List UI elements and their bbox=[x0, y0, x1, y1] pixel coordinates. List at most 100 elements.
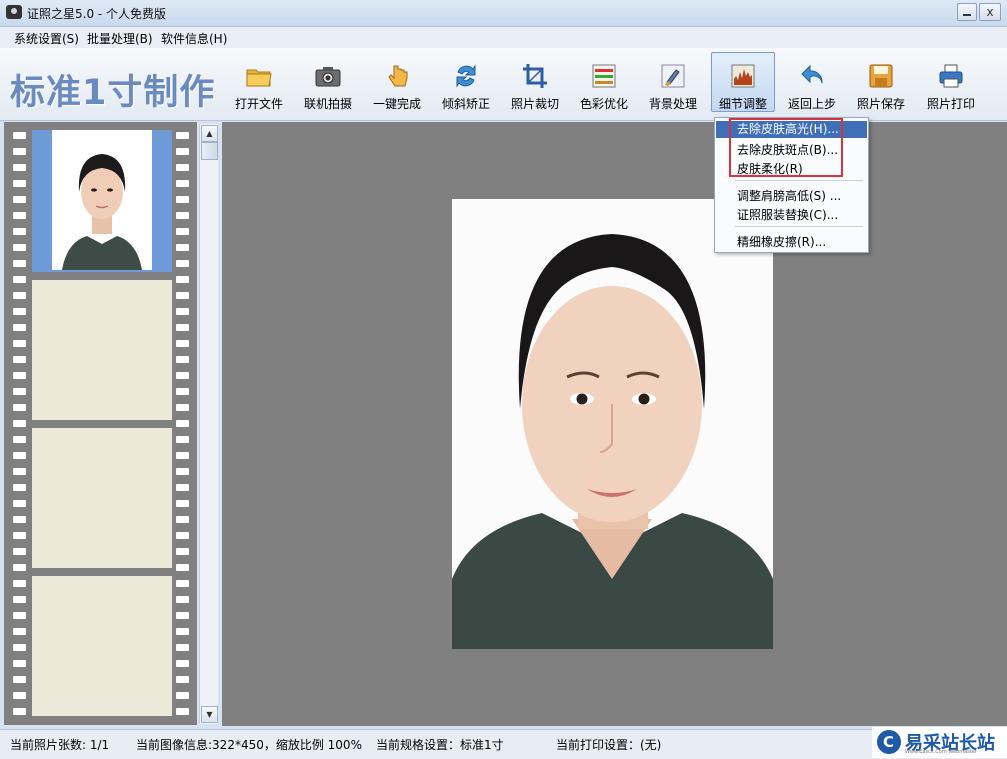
thumbnail-frame-empty[interactable] bbox=[32, 576, 172, 716]
scroll-down-arrow-icon[interactable]: ▼ bbox=[201, 706, 218, 723]
thumbnail-filmstrip bbox=[4, 122, 197, 725]
film-sprocket-hole bbox=[13, 532, 26, 539]
scrollbar-thumb[interactable] bbox=[201, 142, 218, 160]
tilt-correct-button[interactable]: 倾斜矫正 bbox=[433, 53, 499, 115]
film-sprocket-hole bbox=[176, 388, 189, 395]
rotate-icon bbox=[456, 64, 476, 88]
film-sprocket-hole bbox=[13, 692, 26, 699]
film-sprocket-hole bbox=[13, 660, 26, 667]
film-sprocket-hole bbox=[13, 276, 26, 283]
crop-icon bbox=[523, 64, 547, 88]
app-camera-icon bbox=[6, 5, 22, 19]
thumbnail-frame-empty[interactable] bbox=[32, 428, 172, 568]
thumbnail-frame-empty[interactable] bbox=[32, 280, 172, 420]
menu-replace-clothing[interactable]: 证照服装替换(C)... bbox=[737, 206, 838, 223]
film-sprocket-hole bbox=[176, 164, 189, 171]
film-sprocket-hole bbox=[13, 324, 26, 331]
print-photo-button[interactable]: 照片打印 bbox=[918, 53, 984, 115]
film-sprocket-hole bbox=[176, 180, 189, 187]
film-sprocket-hole bbox=[13, 628, 26, 635]
film-sprocket-hole bbox=[176, 580, 189, 587]
open-file-button[interactable]: 打开文件 bbox=[226, 53, 292, 115]
film-sprocket-hole bbox=[13, 372, 26, 379]
film-sprocket-hole bbox=[176, 612, 189, 619]
film-sprocket-hole bbox=[13, 516, 26, 523]
menu-software-info[interactable]: 软件信息(H) bbox=[161, 30, 227, 47]
mode-title: 标准1寸制作 bbox=[10, 73, 216, 113]
film-sprocket-hole bbox=[13, 244, 26, 251]
tethered-capture-button[interactable]: 联机拍摄 bbox=[295, 53, 361, 115]
film-sprocket-hole bbox=[13, 180, 26, 187]
menu-batch-processing[interactable]: 批量处理(B) bbox=[87, 30, 153, 47]
film-sprocket-hole bbox=[13, 356, 26, 363]
open-file-label: 打开文件 bbox=[234, 97, 283, 111]
film-sprocket-hole bbox=[13, 500, 26, 507]
film-sprocket-hole bbox=[13, 196, 26, 203]
film-sprocket-hole bbox=[176, 228, 189, 235]
one-click-finish-button[interactable]: 一键完成 bbox=[364, 53, 430, 115]
color-optimize-button[interactable]: 色彩优化 bbox=[571, 53, 637, 115]
print-photo-label: 照片打印 bbox=[926, 97, 975, 111]
film-sprocket-hole bbox=[176, 340, 189, 347]
film-sprocket-hole bbox=[176, 644, 189, 651]
menu-separator bbox=[735, 180, 863, 181]
film-sprocket-hole bbox=[176, 532, 189, 539]
film-sprocket-hole bbox=[13, 676, 26, 683]
watermark-subtext: Www.Easck.Com Webmaster bbox=[905, 749, 977, 755]
title-bar[interactable]: 证照之星5.0 - 个人免费版 x bbox=[0, 0, 1007, 27]
film-sprocket-hole bbox=[176, 356, 189, 363]
photo-crop-label: 照片裁切 bbox=[510, 97, 559, 111]
watermark-logo-icon bbox=[877, 730, 901, 754]
minimize-button[interactable] bbox=[957, 3, 977, 21]
hand-pointer-icon bbox=[388, 65, 408, 87]
scroll-up-arrow-icon[interactable]: ▲ bbox=[201, 125, 218, 142]
camera-icon bbox=[315, 67, 341, 87]
film-sprocket-hole bbox=[13, 404, 26, 411]
film-sprocket-hole bbox=[13, 436, 26, 443]
film-sprocket-hole bbox=[176, 708, 189, 715]
film-sprocket-hole bbox=[13, 612, 26, 619]
status-spec-setting: 当前规格设置：标准1寸 bbox=[376, 738, 504, 752]
tilt-correct-label: 倾斜矫正 bbox=[441, 97, 490, 111]
film-sprocket-hole bbox=[13, 292, 26, 299]
film-sprocket-hole bbox=[176, 548, 189, 555]
thumbnail-frame-selected[interactable] bbox=[32, 130, 172, 272]
film-sprocket-hole bbox=[13, 228, 26, 235]
detail-adjust-button[interactable]: 细节调整 bbox=[711, 52, 775, 112]
save-photo-button[interactable]: 照片保存 bbox=[848, 53, 914, 115]
detail-adjust-label: 细节调整 bbox=[718, 97, 767, 111]
id-photo-preview[interactable] bbox=[452, 199, 773, 649]
film-sprocket-hole bbox=[176, 468, 189, 475]
save-disk-icon bbox=[869, 64, 893, 88]
film-sprocket-hole bbox=[13, 468, 26, 475]
film-sprocket-hole bbox=[13, 260, 26, 267]
close-button[interactable]: x bbox=[979, 3, 1001, 21]
callout-highlight-box bbox=[729, 118, 843, 177]
film-sprocket-hole bbox=[176, 420, 189, 427]
film-sprocket-hole bbox=[176, 244, 189, 251]
color-optimize-label: 色彩优化 bbox=[579, 97, 628, 111]
color-bars-icon bbox=[592, 64, 616, 88]
film-sprocket-hole bbox=[13, 132, 26, 139]
film-sprocket-hole bbox=[176, 452, 189, 459]
filmstrip-scrollbar[interactable]: ▲ ▼ bbox=[199, 124, 218, 724]
status-image-info: 当前图像信息:322*450，缩放比例 100% bbox=[136, 738, 362, 752]
thumbnail-photo[interactable] bbox=[52, 130, 152, 270]
film-sprocket-hole bbox=[13, 420, 26, 427]
film-sprocket-hole bbox=[176, 500, 189, 507]
menu-adjust-shoulders[interactable]: 调整肩膀高低(S) ... bbox=[737, 187, 841, 204]
undo-button[interactable]: 返回上步 bbox=[779, 53, 845, 115]
film-sprocket-hole bbox=[13, 564, 26, 571]
folder-icon bbox=[246, 69, 272, 87]
film-sprocket-hole bbox=[176, 628, 189, 635]
menu-fine-eraser[interactable]: 精细橡皮擦(R)... bbox=[737, 233, 826, 250]
film-sprocket-hole bbox=[13, 452, 26, 459]
film-sprocket-hole bbox=[13, 484, 26, 491]
menu-system-settings[interactable]: 系统设置(S) bbox=[14, 30, 79, 47]
window-title: 证照之星5.0 - 个人免费版 bbox=[27, 7, 167, 21]
background-process-button[interactable]: 背景处理 bbox=[640, 53, 706, 115]
save-photo-label: 照片保存 bbox=[856, 97, 905, 111]
photo-crop-button[interactable]: 照片裁切 bbox=[502, 53, 568, 115]
film-sprocket-hole bbox=[176, 276, 189, 283]
film-sprocket-hole bbox=[176, 676, 189, 683]
